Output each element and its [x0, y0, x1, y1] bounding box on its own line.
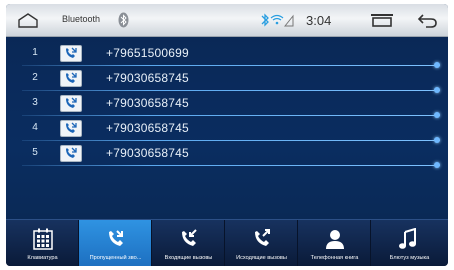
contacts-icon: [326, 230, 344, 249]
tab-label: Клавиатура: [27, 255, 58, 261]
row-divider: [22, 115, 440, 116]
phone-number: +79030658745: [106, 96, 189, 110]
home-icon[interactable]: [18, 13, 38, 28]
row-divider-dot: [434, 162, 440, 168]
tab-outgoing-calls[interactable]: Исходящие вызовы: [225, 220, 298, 266]
keypad-icon: [33, 228, 53, 250]
bluetooth-icon: [261, 13, 269, 27]
call-index: 3: [32, 97, 38, 108]
call-index: 2: [32, 72, 38, 83]
call-row[interactable]: 3 +79030658745: [6, 92, 448, 118]
row-divider: [22, 165, 440, 166]
signal-icon: [283, 14, 294, 27]
music-icon: [399, 228, 416, 249]
phone-number: +79030658745: [106, 146, 189, 160]
missed-call-icon: [109, 230, 123, 246]
tab-label: Пропущенный зво...: [89, 255, 142, 261]
call-row[interactable]: 1 +79651500699: [6, 42, 448, 68]
tab-keypad[interactable]: Клавиатура: [6, 220, 79, 266]
missed-call-icon: [60, 145, 82, 162]
call-index: 4: [32, 122, 38, 133]
missed-call-icon: [60, 95, 82, 112]
tab-label: Входящие вызовы: [164, 255, 213, 261]
tab-missed-calls[interactable]: Пропущенный зво...: [79, 220, 152, 266]
tab-label: Блютуз музыка: [389, 255, 430, 261]
bottom-tab-bar: Клавиатура Пропущенный зво... Входящие в…: [6, 219, 448, 266]
incoming-call-icon: [182, 229, 197, 246]
wifi-icon: [270, 14, 284, 25]
back-icon[interactable]: [416, 12, 438, 28]
tab-contacts[interactable]: Телефонная книга: [298, 220, 371, 266]
call-index: 1: [32, 47, 38, 58]
row-divider: [22, 90, 440, 91]
call-row[interactable]: 5 +79030658745: [6, 142, 448, 168]
outgoing-call-icon: [255, 229, 270, 246]
connectivity-icons: [261, 13, 294, 27]
missed-call-icon: [60, 120, 82, 137]
missed-call-icon: [60, 45, 82, 62]
app-title: Bluetooth: [62, 14, 101, 24]
call-index: 5: [32, 147, 38, 158]
row-divider: [22, 140, 440, 141]
missed-call-icon: [60, 70, 82, 87]
clock: 3:04: [306, 13, 332, 28]
bluetooth-phone-screen: Bluetooth 3:04 1 +79651500699 2 +7903065…: [6, 4, 448, 266]
recent-apps-icon[interactable]: [370, 13, 394, 27]
phone-number: +79030658745: [106, 121, 189, 135]
row-divider: [22, 65, 440, 66]
tab-label: Исходящие вызовы: [236, 255, 287, 261]
call-row[interactable]: 2 +79030658745: [6, 67, 448, 93]
tab-label: Телефонная книга: [310, 255, 359, 261]
bluetooth-device-icon: [118, 12, 129, 28]
phone-number: +79651500699: [106, 46, 189, 60]
tab-bluetooth-music[interactable]: Блютуз музыка: [371, 220, 448, 266]
phone-number: +79030658745: [106, 71, 189, 85]
call-row[interactable]: 4 +79030658745: [6, 117, 448, 143]
status-bar: Bluetooth 3:04: [6, 4, 448, 37]
tab-incoming-calls[interactable]: Входящие вызовы: [152, 220, 225, 266]
